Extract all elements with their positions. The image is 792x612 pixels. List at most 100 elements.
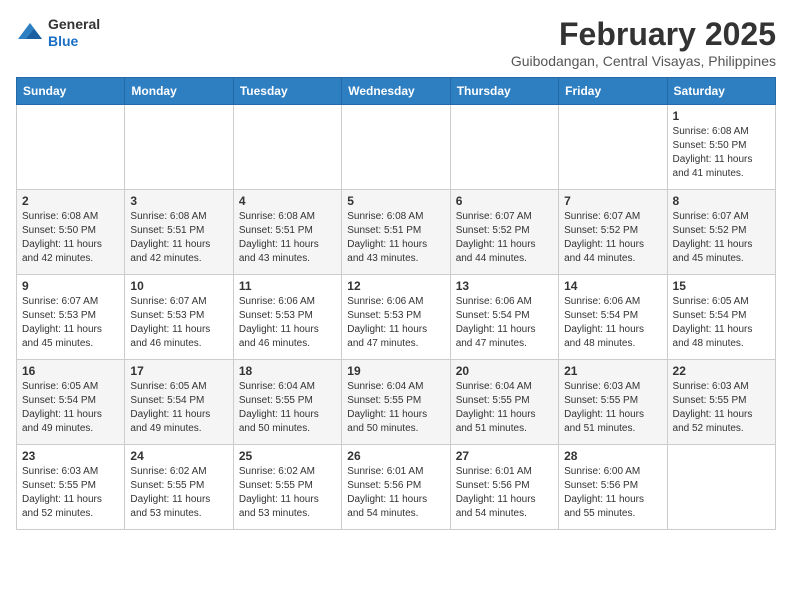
day-cell: 9 Sunrise: 6:07 AM Sunset: 5:53 PM Daylig…: [17, 275, 125, 360]
day-number: 10: [130, 279, 227, 293]
day-info: Sunrise: 6:04 AM Sunset: 5:55 PM Dayligh…: [239, 380, 336, 436]
weekday-header-sunday: Sunday: [17, 78, 125, 105]
day-info: Sunrise: 6:07 AM Sunset: 5:53 PM Dayligh…: [22, 295, 119, 351]
day-info: Sunrise: 6:00 AM Sunset: 5:56 PM Dayligh…: [564, 465, 661, 521]
day-cell: 3 Sunrise: 6:08 AM Sunset: 5:51 PM Daylig…: [125, 190, 233, 275]
day-number: 28: [564, 449, 661, 463]
week-row-5: 23Sunrise: 6:03 AM Sunset: 5:55 PM Dayli…: [17, 445, 776, 530]
day-number: 7: [564, 194, 661, 208]
day-cell: [450, 105, 558, 190]
day-number: 5: [347, 194, 444, 208]
day-info: Sunrise: 6:06 AM Sunset: 5:53 PM Dayligh…: [239, 295, 336, 351]
day-cell: 2 Sunrise: 6:08 AM Sunset: 5:50 PM Daylig…: [17, 190, 125, 275]
location: Guibodangan, Central Visayas, Philippine…: [511, 53, 776, 69]
day-number: 12: [347, 279, 444, 293]
day-info: Sunrise: 6:08 AM Sunset: 5:51 PM Dayligh…: [347, 210, 444, 266]
day-number: 21: [564, 364, 661, 378]
day-number: 20: [456, 364, 553, 378]
logo-text: General Blue: [48, 16, 100, 50]
weekday-header-saturday: Saturday: [667, 78, 775, 105]
day-number: 3: [130, 194, 227, 208]
day-info: Sunrise: 6:05 AM Sunset: 5:54 PM Dayligh…: [130, 380, 227, 436]
day-number: 9: [22, 279, 119, 293]
week-row-1: 1 Sunrise: 6:08 AM Sunset: 5:50 PM Daylig…: [17, 105, 776, 190]
weekday-header-tuesday: Tuesday: [233, 78, 341, 105]
weekday-header-row: SundayMondayTuesdayWednesdayThursdayFrid…: [17, 78, 776, 105]
day-info: Sunrise: 6:07 AM Sunset: 5:53 PM Dayligh…: [130, 295, 227, 351]
day-number: 22: [673, 364, 770, 378]
day-cell: [125, 105, 233, 190]
day-info: Sunrise: 6:08 AM Sunset: 5:51 PM Dayligh…: [130, 210, 227, 266]
day-cell: 14 Sunrise: 6:06 AM Sunset: 5:54 PM Dayli…: [559, 275, 667, 360]
day-info: Sunrise: 6:06 AM Sunset: 5:53 PM Dayligh…: [347, 295, 444, 351]
day-number: 24: [130, 449, 227, 463]
day-cell: [342, 105, 450, 190]
day-info: Sunrise: 6:08 AM Sunset: 5:50 PM Dayligh…: [673, 125, 770, 181]
day-number: 25: [239, 449, 336, 463]
day-number: 8: [673, 194, 770, 208]
day-info: Sunrise: 6:07 AM Sunset: 5:52 PM Dayligh…: [456, 210, 553, 266]
day-cell: 23Sunrise: 6:03 AM Sunset: 5:55 PM Dayli…: [17, 445, 125, 530]
day-number: 1: [673, 109, 770, 123]
day-number: 11: [239, 279, 336, 293]
day-number: 14: [564, 279, 661, 293]
day-number: 13: [456, 279, 553, 293]
day-info: Sunrise: 6:01 AM Sunset: 5:56 PM Dayligh…: [347, 465, 444, 521]
day-cell: 11 Sunrise: 6:06 AM Sunset: 5:53 PM Dayli…: [233, 275, 341, 360]
weekday-header-thursday: Thursday: [450, 78, 558, 105]
day-info: Sunrise: 6:03 AM Sunset: 5:55 PM Dayligh…: [673, 380, 770, 436]
logo: General Blue: [16, 16, 100, 50]
day-info: Sunrise: 6:07 AM Sunset: 5:52 PM Dayligh…: [564, 210, 661, 266]
day-number: 27: [456, 449, 553, 463]
day-cell: 8 Sunrise: 6:07 AM Sunset: 5:52 PM Daylig…: [667, 190, 775, 275]
day-cell: 15Sunrise: 6:05 AM Sunset: 5:54 PM Dayli…: [667, 275, 775, 360]
day-cell: [233, 105, 341, 190]
day-cell: 26 Sunrise: 6:01 AM Sunset: 5:56 PM Dayli…: [342, 445, 450, 530]
day-number: 23: [22, 449, 119, 463]
logo-line2: Blue: [48, 33, 100, 50]
day-cell: 27 Sunrise: 6:01 AM Sunset: 5:56 PM Dayli…: [450, 445, 558, 530]
day-number: 15: [673, 279, 770, 293]
day-info: Sunrise: 6:02 AM Sunset: 5:55 PM Dayligh…: [130, 465, 227, 521]
title-block: February 2025 Guibodangan, Central Visay…: [511, 16, 776, 69]
day-cell: 25 Sunrise: 6:02 AM Sunset: 5:55 PM Dayli…: [233, 445, 341, 530]
day-info: Sunrise: 6:08 AM Sunset: 5:51 PM Dayligh…: [239, 210, 336, 266]
day-number: 17: [130, 364, 227, 378]
week-row-3: 9 Sunrise: 6:07 AM Sunset: 5:53 PM Daylig…: [17, 275, 776, 360]
day-info: Sunrise: 6:06 AM Sunset: 5:54 PM Dayligh…: [564, 295, 661, 351]
month-year: February 2025: [511, 16, 776, 53]
day-info: Sunrise: 6:07 AM Sunset: 5:52 PM Dayligh…: [673, 210, 770, 266]
day-info: Sunrise: 6:08 AM Sunset: 5:50 PM Dayligh…: [22, 210, 119, 266]
day-cell: [559, 105, 667, 190]
page-header: General Blue February 2025 Guibodangan, …: [16, 16, 776, 69]
day-info: Sunrise: 6:04 AM Sunset: 5:55 PM Dayligh…: [456, 380, 553, 436]
day-info: Sunrise: 6:06 AM Sunset: 5:54 PM Dayligh…: [456, 295, 553, 351]
day-cell: 21 Sunrise: 6:03 AM Sunset: 5:55 PM Dayli…: [559, 360, 667, 445]
day-cell: 13 Sunrise: 6:06 AM Sunset: 5:54 PM Dayli…: [450, 275, 558, 360]
day-cell: 1 Sunrise: 6:08 AM Sunset: 5:50 PM Daylig…: [667, 105, 775, 190]
day-info: Sunrise: 6:03 AM Sunset: 5:55 PM Dayligh…: [564, 380, 661, 436]
day-cell: 28 Sunrise: 6:00 AM Sunset: 5:56 PM Dayli…: [559, 445, 667, 530]
day-info: Sunrise: 6:01 AM Sunset: 5:56 PM Dayligh…: [456, 465, 553, 521]
day-number: 26: [347, 449, 444, 463]
logo-icon: [16, 21, 44, 45]
day-cell: 22 Sunrise: 6:03 AM Sunset: 5:55 PM Dayli…: [667, 360, 775, 445]
week-row-2: 2 Sunrise: 6:08 AM Sunset: 5:50 PM Daylig…: [17, 190, 776, 275]
weekday-header-friday: Friday: [559, 78, 667, 105]
day-cell: 5 Sunrise: 6:08 AM Sunset: 5:51 PM Daylig…: [342, 190, 450, 275]
day-cell: [17, 105, 125, 190]
day-cell: 19Sunrise: 6:04 AM Sunset: 5:55 PM Dayli…: [342, 360, 450, 445]
day-number: 18: [239, 364, 336, 378]
day-number: 2: [22, 194, 119, 208]
day-cell: 18 Sunrise: 6:04 AM Sunset: 5:55 PM Dayli…: [233, 360, 341, 445]
day-cell: 12 Sunrise: 6:06 AM Sunset: 5:53 PM Dayli…: [342, 275, 450, 360]
day-cell: 7 Sunrise: 6:07 AM Sunset: 5:52 PM Daylig…: [559, 190, 667, 275]
day-info: Sunrise: 6:02 AM Sunset: 5:55 PM Dayligh…: [239, 465, 336, 521]
day-number: 4: [239, 194, 336, 208]
weekday-header-monday: Monday: [125, 78, 233, 105]
day-cell: 20 Sunrise: 6:04 AM Sunset: 5:55 PM Dayli…: [450, 360, 558, 445]
day-cell: 16Sunrise: 6:05 AM Sunset: 5:54 PM Dayli…: [17, 360, 125, 445]
day-info: Sunrise: 6:04 AM Sunset: 5:55 PM Dayligh…: [347, 380, 444, 436]
day-cell: 4 Sunrise: 6:08 AM Sunset: 5:51 PM Daylig…: [233, 190, 341, 275]
logo-line1: General: [48, 16, 100, 33]
